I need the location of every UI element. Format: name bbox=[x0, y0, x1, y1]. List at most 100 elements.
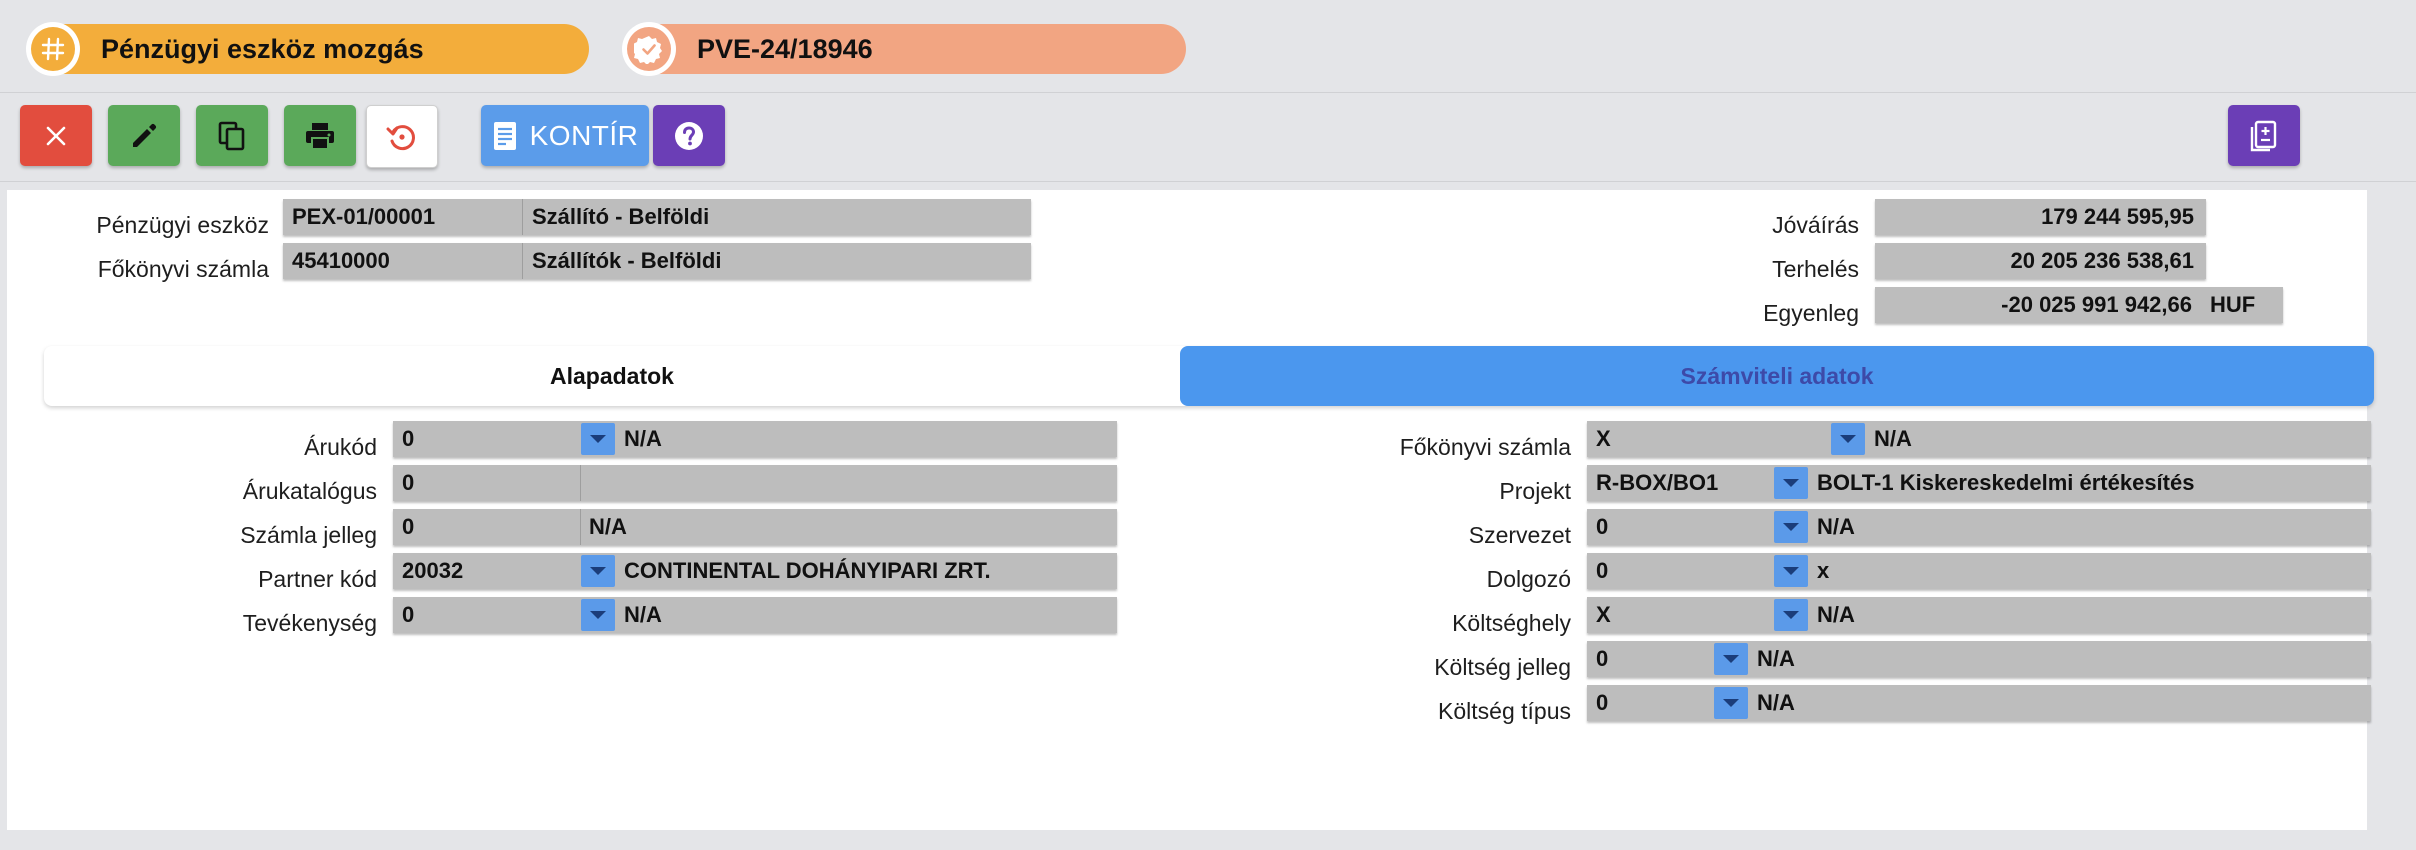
document-number: PVE-24/18946 bbox=[697, 33, 873, 64]
catalog-label: Árukatalógus bbox=[242, 478, 377, 504]
project-value: R-BOX/BO1 bbox=[1596, 470, 1719, 495]
chevron-down-icon bbox=[1783, 479, 1799, 487]
tab-szamviteli-adatok[interactable]: Számviteli adatok bbox=[1180, 346, 2374, 406]
edit-button[interactable] bbox=[108, 105, 180, 166]
partner-code-label: Partner kód bbox=[258, 566, 377, 592]
currency: HUF bbox=[2210, 292, 2256, 317]
cost-nature-label: Költség jelleg bbox=[1434, 654, 1571, 680]
chevron-down-icon bbox=[590, 567, 606, 575]
ledger-dropdown[interactable] bbox=[1831, 423, 1865, 455]
cell-divider bbox=[580, 509, 581, 545]
item-code-value: 0 bbox=[402, 426, 415, 451]
ledger-account-field: 45410000 Szállítók - Belföldi bbox=[283, 243, 1031, 279]
cell-divider bbox=[522, 199, 523, 235]
document-type-pill: Pénzügyi eszköz mozgás bbox=[26, 22, 589, 76]
pencil-icon bbox=[133, 123, 157, 147]
chevron-down-icon bbox=[1723, 655, 1739, 663]
activity-label: Tevékenység bbox=[242, 610, 377, 636]
project-field[interactable]: R-BOX/BO1 BOLT-1 Kiskereskedelmi értékes… bbox=[1587, 465, 2371, 501]
catalog-value: 0 bbox=[402, 470, 415, 495]
partner-code-value: 20032 bbox=[402, 558, 464, 583]
partner-code-dropdown[interactable] bbox=[581, 555, 615, 587]
item-code-field[interactable]: 0 N/A bbox=[393, 421, 1117, 457]
kontir-label: KONTÍR bbox=[529, 119, 639, 151]
asset-name: Szállító - Belföldi bbox=[532, 204, 710, 229]
organization-label: Szervezet bbox=[1468, 522, 1571, 548]
restore-icon bbox=[386, 124, 415, 150]
ledger-account-code: 45410000 bbox=[292, 248, 390, 273]
cost-center-field[interactable]: X N/A bbox=[1587, 597, 2371, 633]
debit-value: 20 205 236 538,61 bbox=[1875, 243, 2206, 279]
invoice-type-value: 0 bbox=[402, 514, 415, 539]
attached-documents-button[interactable] bbox=[2228, 105, 2300, 166]
asset-field: PEX-01/00001 Szállító - Belföldi bbox=[283, 199, 1031, 235]
organization-dropdown[interactable] bbox=[1774, 511, 1808, 543]
organization-value: 0 bbox=[1596, 514, 1609, 539]
activity-value: 0 bbox=[402, 602, 415, 627]
cost-center-dropdown[interactable] bbox=[1774, 599, 1808, 631]
invoice-type-field[interactable]: 0 N/A bbox=[393, 509, 1117, 545]
invoice-type-label: Számla jelleg bbox=[240, 522, 377, 548]
organization-field[interactable]: 0 N/A bbox=[1587, 509, 2371, 545]
activity-field[interactable]: 0 N/A bbox=[393, 597, 1117, 633]
chevron-down-icon bbox=[590, 611, 606, 619]
chevron-down-icon bbox=[1783, 567, 1799, 575]
catalog-field[interactable]: 0 bbox=[393, 465, 1117, 501]
ledger-icon bbox=[493, 121, 516, 150]
balance-field: -20 025 991 942,66 HUF bbox=[1875, 287, 2283, 323]
cost-nature-value: 0 bbox=[1596, 646, 1609, 671]
cost-nature-field[interactable]: 0 N/A bbox=[1587, 641, 2371, 677]
project-dropdown[interactable] bbox=[1774, 467, 1808, 499]
cell-divider bbox=[580, 465, 581, 501]
credit-label: Jóváírás bbox=[1772, 212, 1859, 238]
employee-field[interactable]: 0 x bbox=[1587, 553, 2371, 589]
partner-name: CONTINENTAL DOHÁNYIPARI ZRT. bbox=[624, 558, 991, 583]
activity-desc: N/A bbox=[624, 602, 662, 627]
cost-center-label: Költséghely bbox=[1452, 610, 1571, 636]
verified-badge bbox=[622, 22, 676, 76]
project-desc: BOLT-1 Kiskereskedelmi értékesítés bbox=[1817, 470, 2195, 495]
chevron-down-icon bbox=[1840, 435, 1856, 443]
activity-dropdown[interactable] bbox=[581, 599, 615, 631]
hash-icon bbox=[31, 27, 75, 71]
project-label: Projekt bbox=[1499, 478, 1571, 504]
asset-code: PEX-01/00001 bbox=[292, 204, 436, 229]
item-code-label: Árukód bbox=[304, 434, 377, 460]
help-button[interactable] bbox=[653, 105, 725, 166]
document-add-icon bbox=[2250, 120, 2277, 151]
verified-icon bbox=[627, 27, 671, 71]
ledger-account-label: Főkönyvi számla bbox=[97, 256, 269, 282]
document-number-pill: PVE-24/18946 bbox=[622, 22, 1186, 76]
balance-value: -20 025 991 942,66 bbox=[2001, 292, 2192, 317]
toolbar-bottom-divider bbox=[0, 181, 2416, 182]
ledger-desc: N/A bbox=[1874, 426, 1912, 451]
printer-icon bbox=[306, 122, 334, 150]
employee-label: Dolgozó bbox=[1486, 566, 1571, 592]
partner-code-field[interactable]: 20032 CONTINENTAL DOHÁNYIPARI ZRT. bbox=[393, 553, 1117, 589]
chevron-down-icon bbox=[1783, 523, 1799, 531]
ledger-field[interactable]: X N/A bbox=[1587, 421, 2371, 457]
print-button[interactable] bbox=[284, 105, 356, 166]
cost-type-field[interactable]: 0 N/A bbox=[1587, 685, 2371, 721]
balance-label: Egyenleg bbox=[1763, 300, 1859, 326]
item-code-dropdown[interactable] bbox=[581, 423, 615, 455]
close-button[interactable] bbox=[20, 105, 92, 166]
ledger-account-name: Szállítók - Belföldi bbox=[532, 248, 722, 273]
restore-button[interactable] bbox=[366, 105, 438, 168]
tab-alapadatok[interactable]: Alapadatok bbox=[44, 346, 1180, 406]
organization-desc: N/A bbox=[1817, 514, 1855, 539]
asset-label: Pénzügyi eszköz bbox=[96, 212, 269, 238]
cost-type-dropdown[interactable] bbox=[1714, 687, 1748, 719]
item-code-desc: N/A bbox=[624, 426, 662, 451]
copy-button[interactable] bbox=[196, 105, 268, 166]
kontir-button[interactable]: KONTÍR bbox=[481, 105, 649, 166]
employee-dropdown[interactable] bbox=[1774, 555, 1808, 587]
cost-nature-dropdown[interactable] bbox=[1714, 643, 1748, 675]
cost-center-desc: N/A bbox=[1817, 602, 1855, 627]
cost-type-value: 0 bbox=[1596, 690, 1609, 715]
employee-value: 0 bbox=[1596, 558, 1609, 583]
chevron-down-icon bbox=[1723, 699, 1739, 707]
cell-divider bbox=[522, 243, 523, 279]
copy-icon bbox=[218, 121, 245, 150]
cost-nature-desc: N/A bbox=[1757, 646, 1795, 671]
